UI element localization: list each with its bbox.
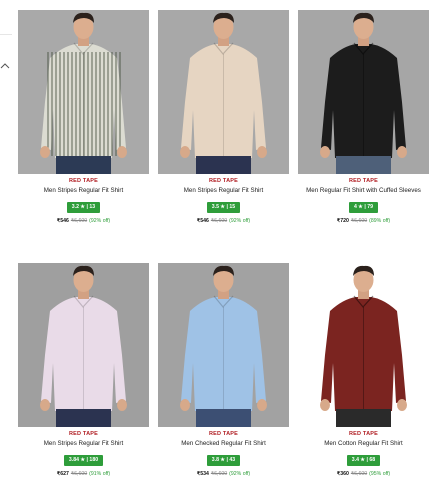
product-price: ₹534 ₹6,600 (92% off) xyxy=(158,471,289,478)
original-price: ₹6,600 xyxy=(70,471,88,477)
sale-price: ₹360 xyxy=(336,471,349,477)
product-name[interactable]: Men Stripes Regular Fit Shirt xyxy=(158,187,289,195)
product-brand: RED TAPE xyxy=(208,178,238,184)
product-card[interactable]: RED TAPE Men Regular Fit Shirt with Cuff… xyxy=(298,10,429,225)
model-photo xyxy=(298,10,429,174)
product-card[interactable]: RED TAPE Men Cotton Regular Fit Shirt 3.… xyxy=(298,263,429,478)
product-name[interactable]: Men Stripes Regular Fit Shirt xyxy=(18,187,149,195)
product-brand: RED TAPE xyxy=(68,431,98,437)
model-photo xyxy=(158,263,289,427)
product-image[interactable] xyxy=(158,10,289,174)
discount-percent: (92% off) xyxy=(229,471,251,477)
discount-percent: (89% off) xyxy=(369,218,391,224)
model-photo xyxy=(158,10,289,174)
product-card[interactable]: RED TAPE Men Stripes Regular Fit Shirt 3… xyxy=(158,10,289,225)
sidebar-divider xyxy=(0,34,12,35)
discount-percent: (92% off) xyxy=(89,218,111,224)
original-price: ₹6,600 xyxy=(210,471,228,477)
rating-badge: 3.8 ★ | 43 xyxy=(206,455,241,466)
model-photo xyxy=(18,10,149,174)
chevron-up-icon[interactable] xyxy=(0,62,10,70)
product-card[interactable]: RED TAPE Men Stripes Regular Fit Shirt 3… xyxy=(18,263,149,478)
product-price: ₹720 ₹6,600 (89% off) xyxy=(298,218,429,225)
discount-percent: (91% off) xyxy=(89,471,111,477)
product-card[interactable]: RED TAPE Men Stripes Regular Fit Shirt 3… xyxy=(18,10,149,225)
sale-price: ₹720 xyxy=(336,218,349,224)
filter-sidebar-edge xyxy=(0,0,14,500)
model-photo xyxy=(298,263,429,427)
product-card[interactable]: RED TAPE Men Checked Regular Fit Shirt 3… xyxy=(158,263,289,478)
original-price: ₹6,600 xyxy=(70,218,88,224)
sale-price: ₹546 xyxy=(196,218,209,224)
product-image[interactable] xyxy=(158,263,289,427)
original-price: ₹6,600 xyxy=(350,218,368,224)
product-price: ₹546 ₹6,600 (92% off) xyxy=(158,218,289,225)
rating-badge: 3.4 ★ | 68 xyxy=(346,455,381,466)
discount-percent: (95% off) xyxy=(369,471,391,477)
product-name[interactable]: Men Checked Regular Fit Shirt xyxy=(158,440,289,448)
discount-percent: (92% off) xyxy=(229,218,251,224)
model-photo xyxy=(18,263,149,427)
product-brand: RED TAPE xyxy=(348,431,378,437)
sale-price: ₹546 xyxy=(56,218,69,224)
product-image[interactable] xyxy=(18,263,149,427)
rating-badge: 3.84 ★ | 180 xyxy=(63,455,104,466)
product-name[interactable]: Men Cotton Regular Fit Shirt xyxy=(298,440,429,448)
product-brand: RED TAPE xyxy=(208,431,238,437)
original-price: ₹6,600 xyxy=(350,471,368,477)
product-image[interactable] xyxy=(18,10,149,174)
product-price: ₹360 ₹6,600 (95% off) xyxy=(298,471,429,478)
product-price: ₹627 ₹6,600 (91% off) xyxy=(18,471,149,478)
product-price: ₹546 ₹6,600 (92% off) xyxy=(18,218,149,225)
rating-badge: 4 ★ | 79 xyxy=(348,202,379,213)
product-brand: RED TAPE xyxy=(348,178,378,184)
product-name[interactable]: Men Stripes Regular Fit Shirt xyxy=(18,440,149,448)
sale-price: ₹534 xyxy=(196,471,209,477)
original-price: ₹6,600 xyxy=(210,218,228,224)
rating-badge: 3.2 ★ | 13 xyxy=(66,202,101,213)
sale-price: ₹627 xyxy=(56,471,69,477)
product-brand: RED TAPE xyxy=(68,178,98,184)
product-image[interactable] xyxy=(298,263,429,427)
product-image[interactable] xyxy=(298,10,429,174)
product-name[interactable]: Men Regular Fit Shirt with Cuffed Sleeve… xyxy=(298,187,429,195)
rating-badge: 3.5 ★ | 15 xyxy=(206,202,241,213)
